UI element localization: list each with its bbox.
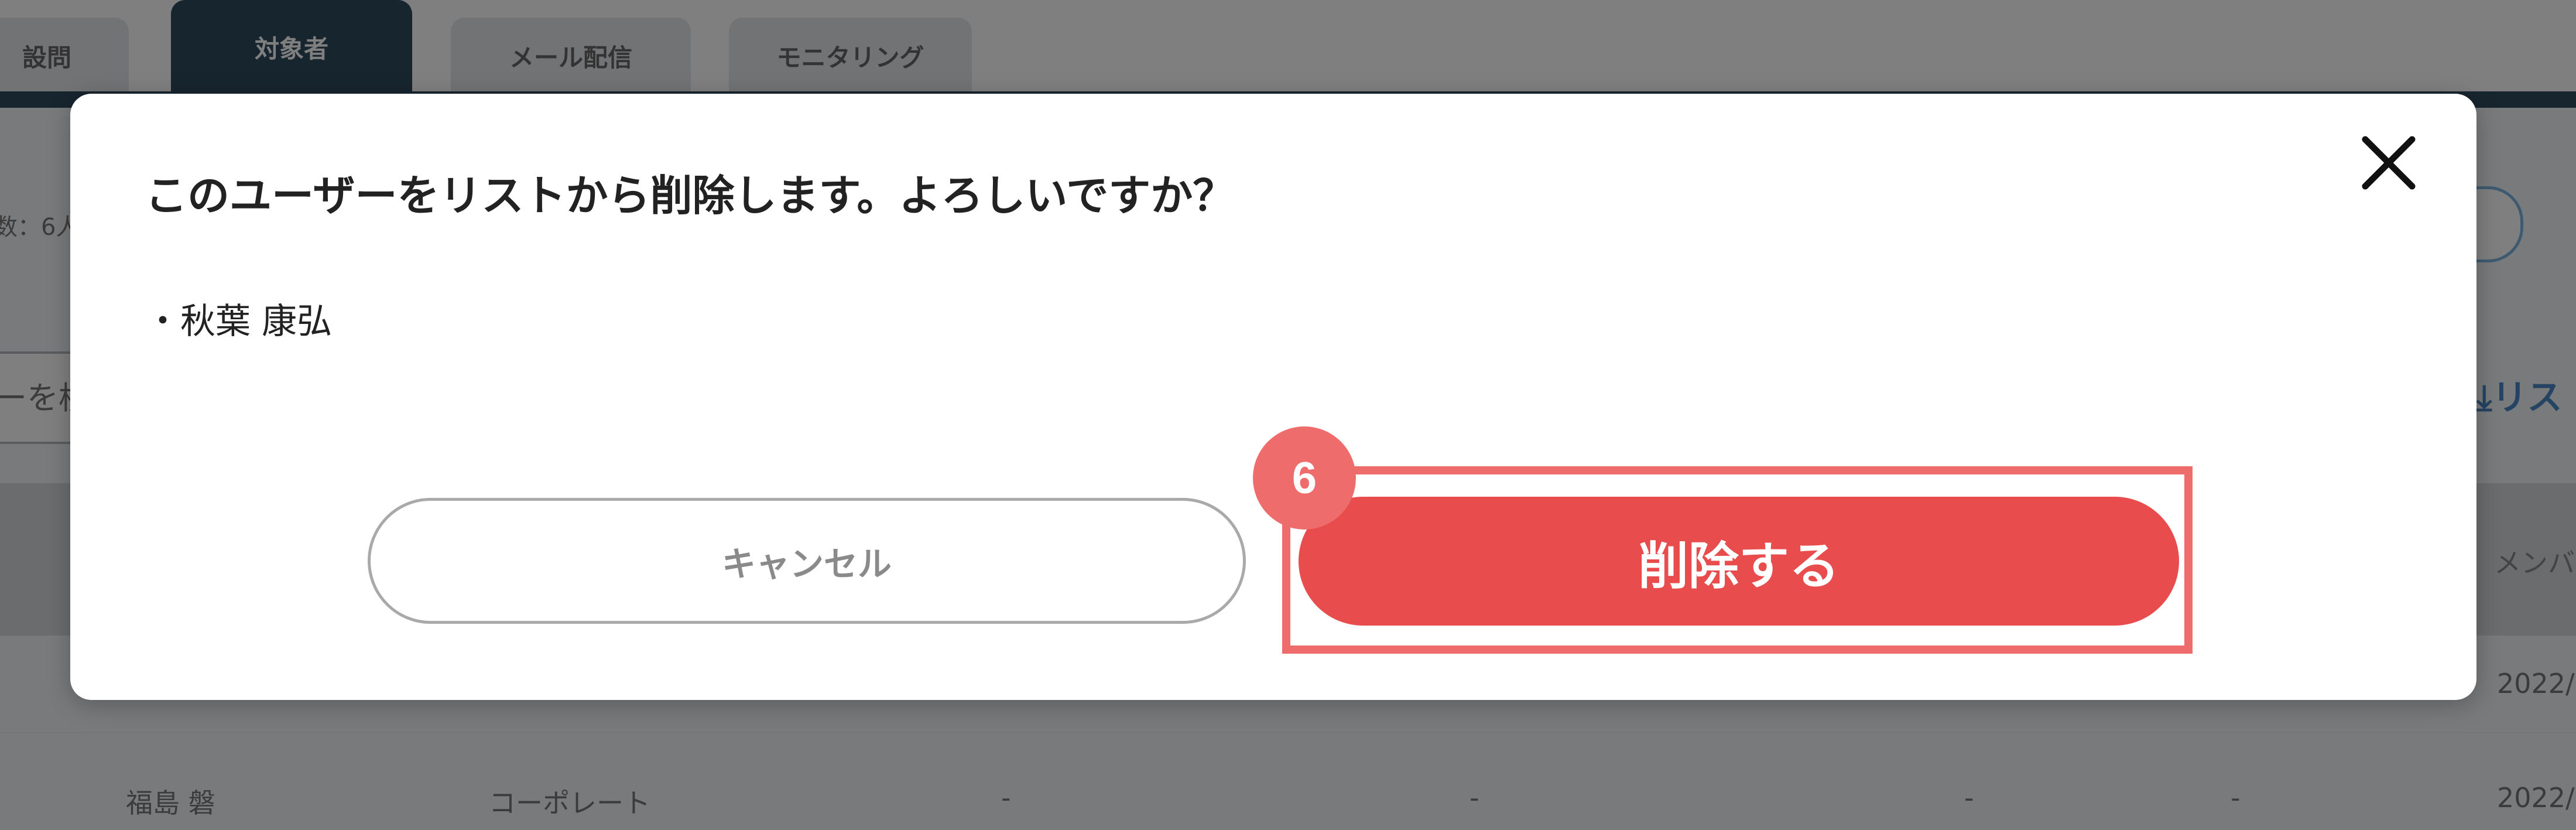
delete-button-label: 削除する xyxy=(1638,537,1839,596)
close-icon xyxy=(2362,136,2416,190)
close-button[interactable] xyxy=(2354,128,2424,198)
target-user-item: ・秋葉 康弘 xyxy=(145,301,333,342)
delete-button[interactable]: 削除する xyxy=(1299,497,2179,626)
cancel-button[interactable]: キャンセル xyxy=(368,498,1246,624)
step-number: 6 xyxy=(1292,453,1317,503)
step-number-badge: 6 xyxy=(1253,426,1356,530)
delete-confirm-dialog: このユーザーをリストから削除します。よろしいですか？ ・秋葉 康弘 キャンセル … xyxy=(70,94,2476,700)
dialog-title: このユーザーをリストから削除します。よろしいですか？ xyxy=(145,171,1235,220)
cancel-button-label: キャンセル xyxy=(721,544,892,584)
